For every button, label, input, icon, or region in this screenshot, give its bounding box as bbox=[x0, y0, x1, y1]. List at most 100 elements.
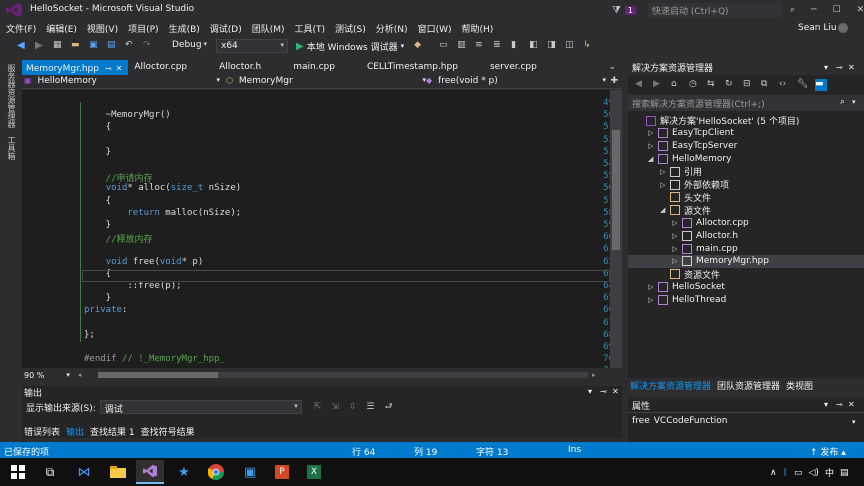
tree-node[interactable]: ▷ MemoryMgr.hpp bbox=[628, 254, 864, 268]
tab-find-results-1[interactable]: 查找结果 1 bbox=[90, 425, 135, 438]
scrollbar-thumb[interactable] bbox=[98, 372, 218, 378]
menu-window[interactable]: 窗口(W) bbox=[418, 22, 452, 35]
menu-project[interactable]: 项目(P) bbox=[128, 22, 158, 35]
tab-error-list[interactable]: 错误列表 bbox=[24, 425, 60, 438]
quick-launch-input[interactable]: 快速启动 (Ctrl+Q) bbox=[648, 2, 783, 18]
network-icon[interactable]: ▭ bbox=[794, 468, 803, 478]
code-line[interactable]: //释放内存 bbox=[84, 232, 153, 245]
ime-icon[interactable]: 中 bbox=[825, 466, 834, 479]
filter-icon[interactable]: ⧩ bbox=[612, 5, 621, 16]
bookmark-prev-icon[interactable]: ◧ bbox=[529, 40, 541, 52]
member-select[interactable]: ◆ free(void * p) ▾ bbox=[426, 76, 606, 88]
xunlei-taskbar-icon[interactable]: ★ bbox=[170, 460, 198, 484]
bookmark-next-icon[interactable]: ◨ bbox=[547, 40, 559, 52]
tree-node[interactable]: ▷ EasyTcpClient bbox=[628, 127, 864, 140]
pin-icon[interactable]: ⊸ bbox=[836, 400, 843, 409]
open-file-icon[interactable]: ▬ bbox=[71, 40, 83, 52]
attach-process-icon[interactable]: ◆ bbox=[414, 40, 426, 52]
properties-object-select[interactable]: free VCCodeFunction ▾ bbox=[628, 412, 864, 428]
expand-toggle-icon[interactable]: ◢ bbox=[648, 155, 658, 163]
zoom-level[interactable]: 90 % bbox=[24, 371, 44, 380]
back-icon[interactable]: ◀ bbox=[635, 79, 647, 91]
save-icon[interactable]: ▣ bbox=[89, 40, 101, 52]
maximize-button[interactable]: ☐ bbox=[832, 5, 840, 15]
solution-search-input[interactable]: 搜索解决方案资源管理器(Ctrl+;) ⌕ ▾ bbox=[628, 95, 864, 111]
close-panel-icon[interactable]: ✕ bbox=[848, 400, 855, 409]
user-name[interactable]: Sean Liu bbox=[798, 23, 837, 33]
menu-test[interactable]: 测试(S) bbox=[335, 22, 366, 35]
menu-analyze[interactable]: 分析(N) bbox=[376, 22, 408, 35]
new-project-icon[interactable]: ▦ bbox=[53, 40, 65, 52]
tree-node[interactable]: ▷ HelloThread bbox=[628, 293, 864, 306]
undo-icon[interactable]: ↶ bbox=[125, 40, 137, 52]
chevron-down-icon[interactable]: ▾ bbox=[66, 371, 70, 379]
menu-build[interactable]: 生成(B) bbox=[169, 22, 200, 35]
minimize-button[interactable]: ─ bbox=[811, 5, 816, 15]
excel-taskbar-icon[interactable]: X bbox=[300, 460, 328, 484]
code-line[interactable]: ::free(p); bbox=[84, 281, 181, 291]
collapse-all-icon[interactable]: ⊟ bbox=[743, 79, 755, 91]
expand-toggle-icon[interactable]: ▷ bbox=[648, 283, 658, 291]
chevron-down-icon[interactable]: ▾ bbox=[852, 98, 856, 106]
tree-node[interactable]: ◢ HelloMemory bbox=[628, 152, 864, 165]
task-view-button[interactable]: ⧉ bbox=[36, 460, 64, 484]
code-line[interactable]: private: bbox=[84, 305, 127, 315]
tree-node[interactable]: ◢ 源文件 bbox=[628, 204, 864, 217]
search-icon[interactable]: ⌕ bbox=[840, 97, 845, 107]
menu-debug[interactable]: 调试(D) bbox=[210, 22, 242, 35]
panel-menu-icon[interactable]: ▾ bbox=[824, 400, 828, 409]
bookmark-icon[interactable]: ▮ bbox=[511, 40, 523, 52]
tab-main-cpp[interactable]: main.cpp bbox=[289, 60, 341, 75]
tab-output[interactable]: 输出 bbox=[66, 425, 84, 438]
output-icon-2[interactable]: ⇲ bbox=[331, 402, 339, 412]
word-wrap-icon[interactable]: ⮐ bbox=[385, 399, 393, 415]
clear-all-icon[interactable]: ☰ bbox=[366, 402, 374, 412]
tree-node[interactable]: 头文件 bbox=[628, 191, 864, 204]
sync-icon[interactable]: ⇆ bbox=[707, 79, 719, 91]
tree-node[interactable]: ▷ 引用 bbox=[628, 165, 864, 178]
tree-node[interactable]: 解决方案'HelloSocket' (5 个项目) bbox=[628, 114, 864, 127]
bluetooth-icon[interactable]: ᛒ bbox=[783, 468, 788, 478]
expand-toggle-icon[interactable]: ▷ bbox=[648, 129, 658, 137]
server-explorer-tab[interactable]: 服务器资源管理器 bbox=[6, 64, 17, 128]
editor-horizontal-scrollbar[interactable] bbox=[98, 372, 588, 378]
visual-studio-taskbar-icon[interactable] bbox=[136, 460, 164, 484]
close-panel-icon[interactable]: ✕ bbox=[612, 387, 619, 396]
menu-edit[interactable]: 编辑(E) bbox=[46, 22, 77, 35]
vs-code-taskbar-icon[interactable]: ⋈ bbox=[70, 460, 98, 484]
expand-toggle-icon[interactable]: ▷ bbox=[672, 257, 682, 265]
show-all-icon[interactable]: ⧉ bbox=[761, 79, 773, 91]
tab-celltimestamp-hpp[interactable]: CELLTimestamp.hpp bbox=[363, 60, 464, 75]
tree-node[interactable]: ▷ HelloSocket bbox=[628, 280, 864, 293]
tab-team-explorer[interactable]: 团队资源管理器 bbox=[717, 379, 780, 392]
pin-icon[interactable]: ⊸ bbox=[836, 63, 843, 72]
expand-toggle-icon[interactable]: ▷ bbox=[660, 168, 670, 176]
find-in-files-icon[interactable]: ▭ bbox=[439, 40, 451, 52]
tab-class-view[interactable]: 类视图 bbox=[786, 379, 813, 392]
expand-toggle-icon[interactable]: ▷ bbox=[672, 245, 682, 253]
history-icon[interactable]: ◷ bbox=[689, 79, 701, 91]
home-icon[interactable]: ⌂ bbox=[671, 79, 683, 91]
scroll-left-icon[interactable]: ◂ bbox=[78, 371, 82, 379]
refresh-icon[interactable]: ↻ bbox=[725, 79, 737, 91]
panel-menu-icon[interactable]: ▾ bbox=[824, 63, 828, 72]
code-line[interactable]: }; bbox=[84, 330, 95, 340]
output-icon-3[interactable]: ⇳ bbox=[349, 402, 357, 412]
pin-icon[interactable]: ⊸ bbox=[105, 64, 112, 73]
tab-find-symbol-results[interactable]: 查找符号结果 bbox=[141, 425, 195, 438]
properties-icon[interactable]: 🔧︎ bbox=[797, 79, 809, 91]
toolbox-tab[interactable]: 工具箱 bbox=[6, 136, 17, 160]
code-editor[interactable]: 49 50 ~MemoryMgr() 51 {52 53 } 54 55 //申请内存 56… bbox=[22, 90, 622, 368]
scope-select[interactable]: ⬡ MemoryMgr ▾ bbox=[226, 76, 426, 88]
output-icon-1[interactable]: ⇱ bbox=[314, 402, 322, 412]
project-select[interactable]: ▣ HelloMemory ▾ bbox=[24, 76, 220, 88]
output-source-select[interactable]: 调试 ▾ bbox=[99, 400, 302, 415]
close-button[interactable]: ✕ bbox=[857, 5, 864, 15]
expand-toggle-icon[interactable]: ▷ bbox=[672, 219, 682, 227]
tab-alloctor-h[interactable]: Alloctor.h bbox=[215, 60, 267, 75]
start-button[interactable] bbox=[4, 460, 32, 484]
platform-select[interactable]: x64 ▾ bbox=[216, 39, 288, 53]
forward-icon[interactable]: ▶ bbox=[653, 79, 665, 91]
notifications-icon[interactable]: ▤ bbox=[840, 468, 849, 478]
publish-button[interactable]: ↑ 发布 ▴ bbox=[810, 445, 846, 458]
